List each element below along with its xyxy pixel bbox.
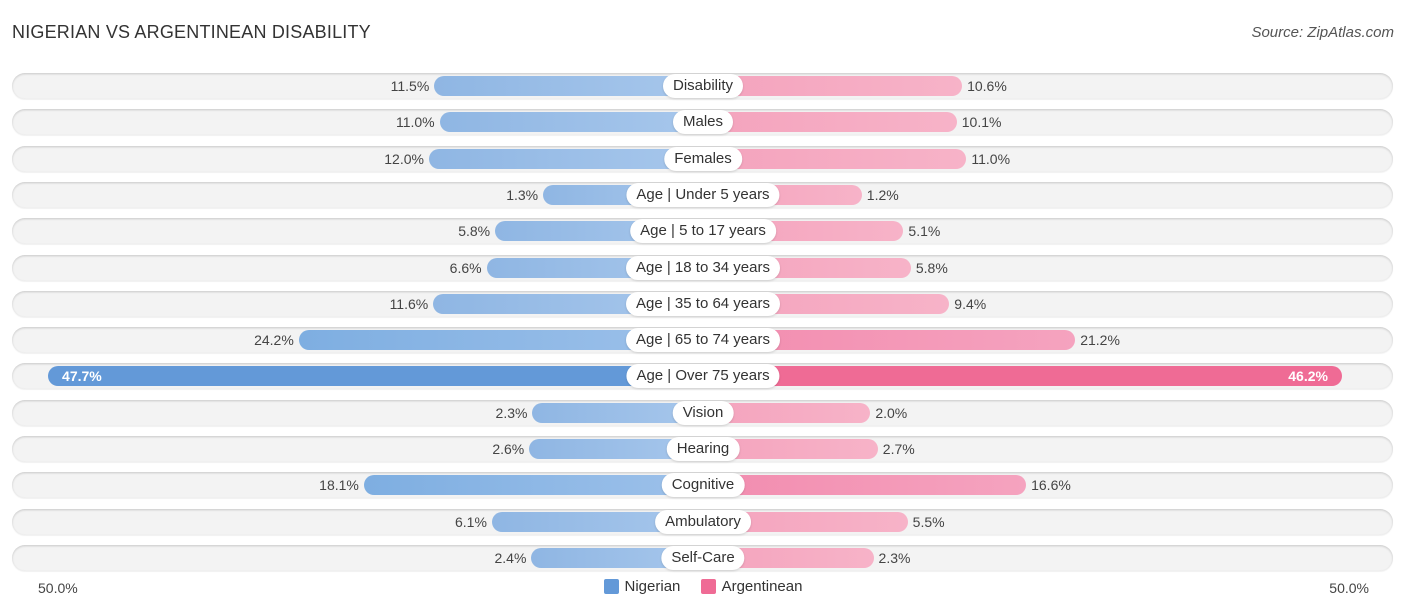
value-label-argentinean: 10.6%: [967, 78, 1007, 94]
value-label-argentinean: 11.0%: [971, 150, 1011, 167]
value-label-argentinean: 2.7%: [882, 441, 915, 457]
value-label-nigerian: 11.5%: [390, 78, 430, 94]
legend: Nigerian Argentinean: [0, 578, 1406, 598]
value-label-nigerian: 11.0%: [395, 114, 435, 131]
category-label: Hearing: [666, 437, 740, 461]
bar-nigerian[interactable]: [439, 112, 703, 133]
bar-nigerian[interactable]: [48, 366, 703, 387]
legend-label-argentinean: Argentinean: [721, 578, 803, 595]
category-label: Disability: [662, 74, 744, 98]
legend-swatch-nigerian: [603, 579, 619, 594]
value-label-argentinean: 16.6%: [1031, 477, 1071, 494]
bar-argentinean[interactable]: [703, 366, 1342, 387]
value-label-nigerian: 11.6%: [389, 295, 429, 312]
value-label-argentinean: 2.0%: [875, 404, 908, 421]
value-label-nigerian: 47.7%: [62, 368, 102, 385]
category-label: Vision: [672, 400, 734, 425]
category-label: Age | 65 to 74 years: [626, 328, 780, 353]
value-label-argentinean: 9.4%: [954, 295, 987, 312]
value-label-nigerian: 5.8%: [458, 223, 491, 240]
value-label-nigerian: 2.4%: [494, 549, 527, 566]
category-label: Age | Under 5 years: [626, 182, 780, 207]
legend-label-nigerian: Nigerian: [624, 578, 681, 595]
category-label: Cognitive: [661, 473, 745, 498]
value-label-argentinean: 5.8%: [915, 259, 948, 276]
category-label: Ambulatory: [655, 509, 751, 534]
value-label-argentinean: 2.3%: [878, 549, 911, 566]
value-label-argentinean: 5.5%: [912, 513, 945, 530]
bar-argentinean[interactable]: [703, 148, 967, 169]
value-label-nigerian: 18.1%: [319, 477, 359, 494]
bar-argentinean[interactable]: [703, 112, 957, 133]
category-label: Age | 18 to 34 years: [626, 255, 780, 280]
chart-area: 11.5% 10.6% Disability 11.0% 10.1% Males 12.0%…: [0, 0, 1406, 612]
category-label: Age | Over 75 years: [626, 364, 780, 389]
value-label-argentinean: 21.2%: [1080, 332, 1120, 349]
category-label: Males: [672, 110, 734, 135]
value-label-argentinean: 1.2%: [866, 186, 899, 203]
legend-item-argentinean[interactable]: Argentinean: [700, 578, 803, 595]
value-label-nigerian: 6.1%: [455, 513, 487, 530]
legend-swatch-argentinean: [700, 579, 716, 594]
value-label-nigerian: 2.6%: [492, 441, 525, 457]
value-label-nigerian: 1.3%: [506, 186, 539, 203]
value-label-argentinean: 10.1%: [961, 114, 1002, 131]
bar-argentinean[interactable]: [703, 475, 1027, 496]
value-label-nigerian: 12.0%: [384, 150, 424, 167]
category-label: Self-Care: [661, 545, 745, 570]
value-label-argentinean: 5.1%: [908, 223, 941, 240]
value-label-nigerian: 24.2%: [254, 332, 294, 349]
value-label-argentinean: 46.2%: [1288, 368, 1328, 385]
category-label: Age | 35 to 64 years: [626, 291, 780, 316]
legend-item-nigerian[interactable]: Nigerian: [603, 578, 681, 595]
value-label-nigerian: 2.3%: [495, 404, 528, 421]
bar-nigerian[interactable]: [428, 148, 703, 169]
category-label: Females: [664, 146, 742, 171]
bar-nigerian[interactable]: [363, 475, 703, 496]
category-label: Age | 5 to 17 years: [630, 219, 776, 244]
value-label-nigerian: 6.6%: [449, 259, 482, 276]
